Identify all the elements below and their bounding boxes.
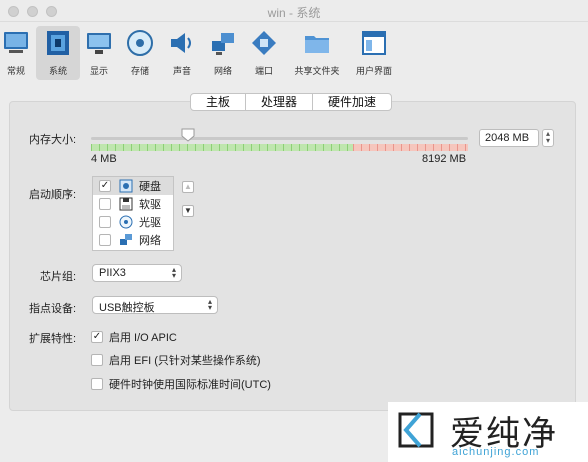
display-icon	[87, 33, 111, 54]
tab-processor[interactable]: 处理器	[246, 94, 314, 110]
efi-option[interactable]: 启用 EFI (只针对某些操作系统)	[91, 352, 261, 368]
tab-motherboard[interactable]: 主板	[191, 94, 247, 110]
pointing-device-value: USB触控板	[99, 302, 155, 314]
toolbar-network[interactable]: 网络	[201, 26, 245, 80]
window-title: win - 系统	[267, 6, 321, 20]
utc-clock-label: 硬件时钟使用国际标准时间(UTC)	[109, 379, 271, 391]
pointing-device-label: 指点设备:	[29, 303, 77, 315]
toolbar-user-interface-label: 用户界面	[355, 66, 392, 76]
watermark-logo-icon	[398, 412, 434, 448]
boot-item-network[interactable]: 网络	[93, 231, 173, 249]
folder-icon	[305, 36, 329, 53]
toolbar-audio-label: 声音	[172, 66, 191, 76]
toolbar-audio[interactable]: 声音	[160, 26, 204, 80]
memory-scale-safe	[91, 144, 353, 151]
toolbar-storage-label: 存储	[130, 66, 149, 76]
tab-acceleration[interactable]: 硬件加速	[313, 94, 391, 110]
window-icon	[362, 31, 386, 55]
toolbar-network-label: 网络	[213, 66, 232, 76]
memory-label: 内存大小:	[29, 134, 77, 146]
disc-icon	[127, 30, 153, 56]
boot-item-checkbox[interactable]: ✓	[99, 180, 111, 192]
toolbar-storage[interactable]: 存储	[118, 26, 162, 80]
memory-max-label: 8192 MB	[422, 153, 467, 165]
chevron-updown-icon: ▴ ▾	[207, 297, 212, 312]
chip-icon	[47, 31, 69, 55]
boot-item-floppy[interactable]: 软驱	[93, 195, 173, 213]
efi-label: 启用 EFI (只针对某些操作系统)	[109, 355, 261, 367]
boot-item-checkbox[interactable]	[99, 234, 111, 246]
pointing-device-select[interactable]: USB触控板 ▴ ▾	[92, 296, 218, 314]
boot-item-label: 网络	[139, 235, 161, 247]
memory-value-field[interactable]: 2048 MB	[479, 129, 539, 147]
io-apic-label: 启用 I/O APIC	[109, 332, 177, 344]
toolbar-display[interactable]: 显示	[77, 26, 121, 80]
boot-item-optical[interactable]: 光驱	[93, 213, 173, 231]
floppy-icon	[119, 197, 133, 211]
settings-toolbar: 常规 系统 显示 存储 声音 网络 端口 共享文件夹 用户界面	[0, 22, 588, 84]
extended-features-label: 扩展特性:	[29, 333, 77, 345]
toolbar-user-interface[interactable]: 用户界面	[352, 26, 396, 80]
boot-order-label: 启动顺序:	[29, 189, 77, 201]
memory-scale	[91, 144, 468, 151]
chipset-value: PIIX3	[99, 267, 126, 279]
chipset-select[interactable]: PIIX3 ▴ ▾	[92, 264, 182, 282]
hard-disk-icon	[119, 179, 133, 193]
port-icon	[252, 31, 276, 55]
chevron-updown-icon: ▴ ▾	[171, 265, 176, 280]
toolbar-shared-folders[interactable]: 共享文件夹	[293, 26, 341, 80]
toolbar-system-label: 系统	[48, 66, 67, 76]
toolbar-ports-label: 端口	[254, 66, 273, 76]
io-apic-option[interactable]: ✓ 启用 I/O APIC	[91, 329, 177, 345]
efi-checkbox[interactable]	[91, 354, 103, 366]
chipset-label: 芯片组:	[40, 271, 77, 283]
boot-item-label: 光驱	[139, 217, 161, 229]
utc-clock-checkbox[interactable]	[91, 378, 103, 390]
network-icon	[120, 234, 132, 245]
boot-item-checkbox[interactable]	[99, 198, 111, 210]
memory-scale-warning	[353, 144, 468, 151]
memory-min-label: 4 MB	[91, 153, 117, 165]
memory-slider-knob[interactable]	[181, 128, 195, 142]
tab-bar: 主板 处理器 硬件加速	[190, 93, 393, 111]
toolbar-shared-folders-label: 共享文件夹	[294, 66, 340, 76]
toolbar-ports[interactable]: 端口	[242, 26, 286, 80]
toolbar-system[interactable]: 系统	[36, 26, 80, 80]
boot-item-checkbox[interactable]	[99, 216, 111, 228]
toolbar-general[interactable]: 常规	[0, 26, 38, 80]
move-down-button[interactable]: ▼	[182, 205, 194, 217]
memory-slider-track[interactable]	[91, 137, 468, 140]
boot-item-label: 硬盘	[139, 181, 161, 193]
optical-drive-icon	[119, 215, 133, 229]
boot-item-label: 软驱	[139, 199, 161, 211]
memory-stepper[interactable]: ▴ ▾	[542, 129, 554, 147]
speaker-icon	[171, 33, 191, 53]
utc-clock-option[interactable]: 硬件时钟使用国际标准时间(UTC)	[91, 376, 271, 392]
title-bar: win - 系统	[0, 0, 588, 22]
watermark-url: aichunjing.com	[452, 446, 540, 458]
network-icon	[212, 33, 234, 55]
move-up-button[interactable]: ▲	[182, 181, 194, 193]
toolbar-general-label: 常规	[6, 66, 25, 76]
io-apic-checkbox[interactable]: ✓	[91, 331, 103, 343]
toolbar-display-label: 显示	[89, 66, 108, 76]
boot-item-hard-disk[interactable]: ✓ 硬盘	[93, 177, 173, 195]
monitor-icon	[4, 32, 28, 53]
boot-order-list: ✓ 硬盘 软驱 光驱 网络	[92, 176, 174, 251]
watermark: 爱纯净 aichunjing.com	[388, 402, 588, 462]
